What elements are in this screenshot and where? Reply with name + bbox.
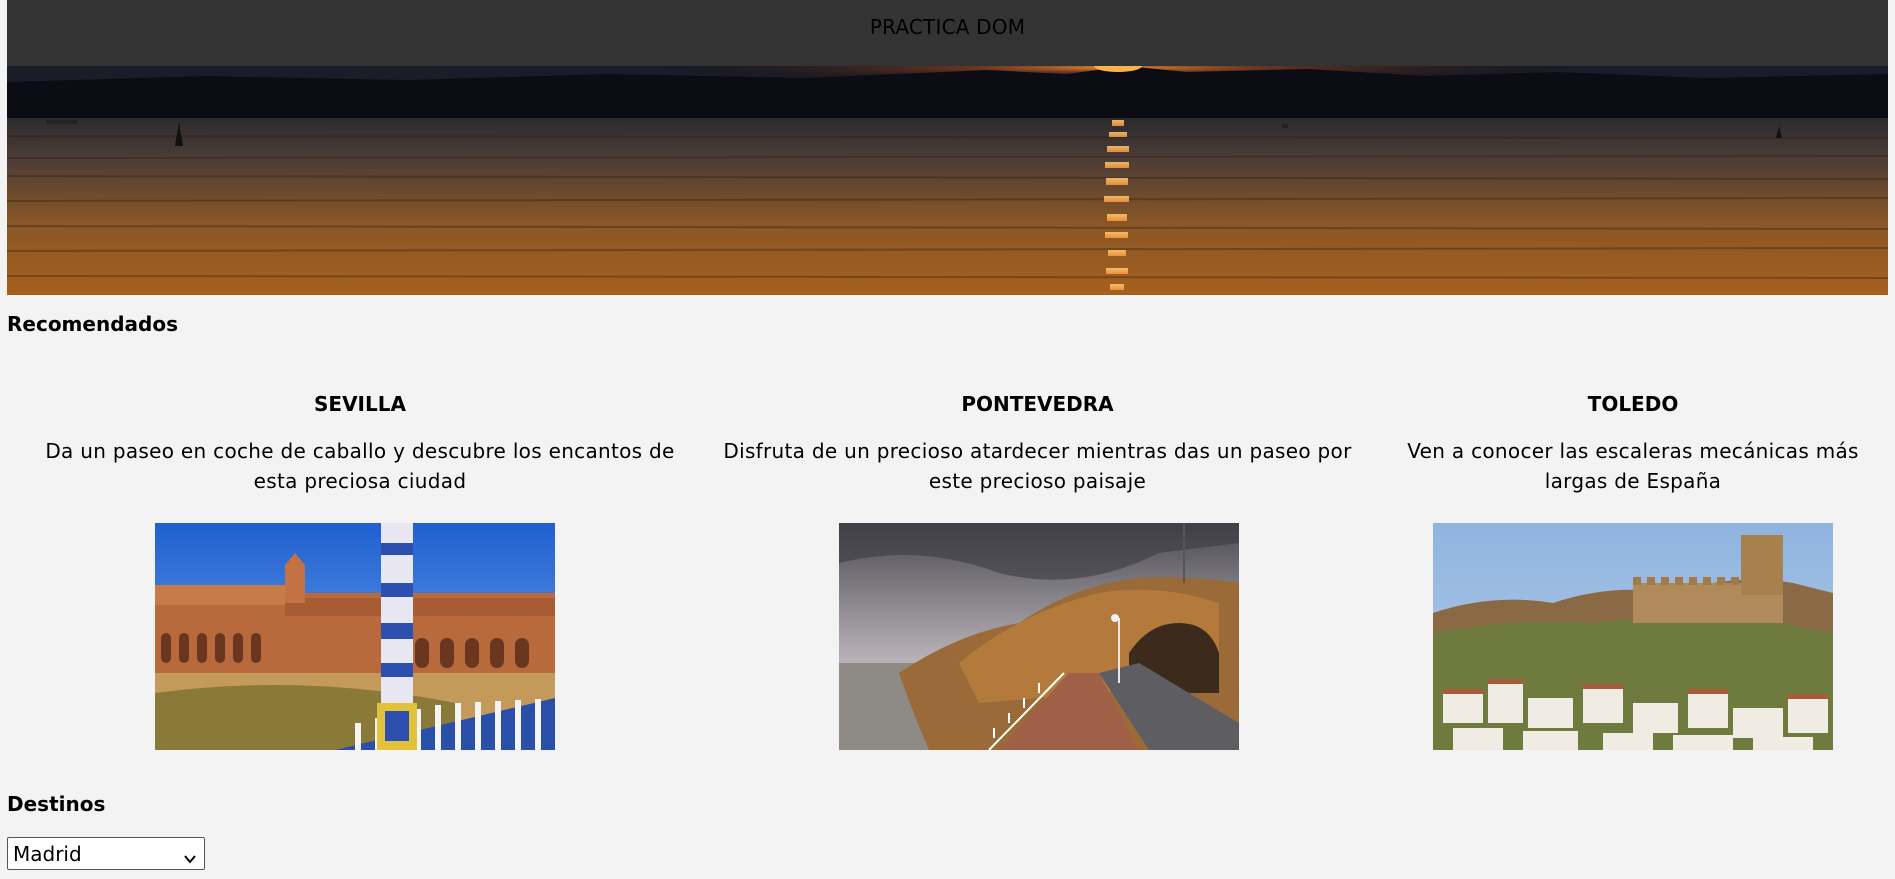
- card-description: Da un paseo en coche de caballo y descub…: [45, 439, 675, 493]
- hero-banner: [7, 66, 1888, 295]
- card-city-title: TOLEDO: [1587, 392, 1679, 416]
- page: PRACTICA DOM Recomendados SEVILLA Da un …: [7, 0, 1888, 879]
- card-city-title: SEVILLA: [314, 392, 406, 416]
- destination-card-pontevedra: PONTEVEDRA Disfruta de un precioso atard…: [715, 392, 1360, 750]
- destinations-section-title: Destinos: [7, 792, 106, 816]
- card-description: Ven a conocer las escaleras mecánicas má…: [1407, 439, 1859, 493]
- chevron-down-icon: [183, 847, 197, 871]
- page-title: PRACTICA DOM: [869, 15, 1026, 39]
- sunset-banner-image: [7, 66, 1888, 295]
- card-description: Disfruta de un precioso atardecer mientr…: [723, 439, 1352, 493]
- plaza-de-espana-photo: [155, 523, 555, 750]
- castle-on-hill-photo: [1433, 523, 1833, 750]
- card-city-title: PONTEVEDRA: [961, 392, 1114, 416]
- destination-card-sevilla: SEVILLA Da un paseo en coche de caballo …: [42, 392, 678, 750]
- destination-card-toledo: TOLEDO Ven a conocer las escaleras mecán…: [1387, 392, 1879, 750]
- top-header: PRACTICA DOM: [7, 0, 1888, 66]
- recommended-section-title: Recomendados: [7, 312, 178, 336]
- destination-select[interactable]: Madrid: [7, 837, 205, 870]
- destination-select-value: Madrid: [13, 841, 82, 866]
- coastal-arch-path-photo: [839, 523, 1239, 750]
